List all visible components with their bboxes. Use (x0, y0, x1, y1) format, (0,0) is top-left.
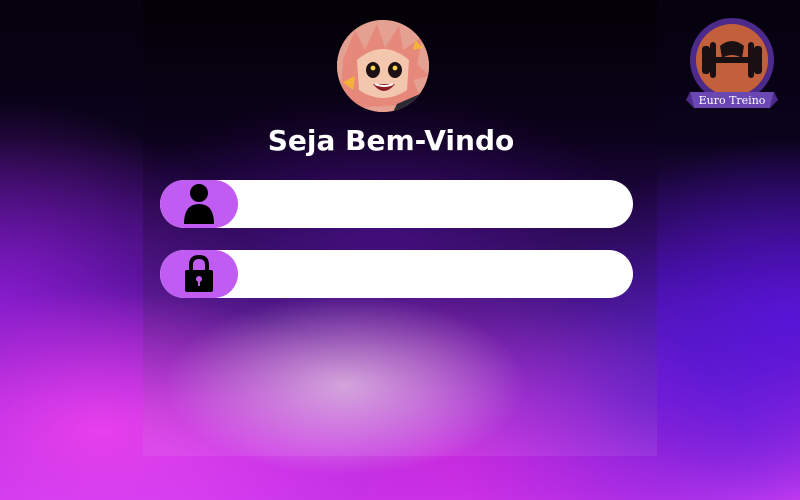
logo: Euro Treino (686, 14, 778, 118)
password-input[interactable] (248, 250, 618, 298)
username-field (160, 180, 633, 228)
username-icon-cell (160, 180, 238, 228)
avatar (337, 20, 429, 112)
password-field (160, 250, 633, 298)
avatar-image (337, 20, 429, 112)
password-icon-cell (160, 250, 238, 298)
dumbbell-logo-icon: Euro Treino (686, 18, 778, 108)
user-icon (184, 184, 214, 224)
page-title: Seja Bem-Vindo (267, 124, 515, 157)
lock-icon (185, 255, 213, 292)
username-input[interactable] (248, 180, 618, 228)
logo-text: Euro Treino (699, 94, 766, 107)
